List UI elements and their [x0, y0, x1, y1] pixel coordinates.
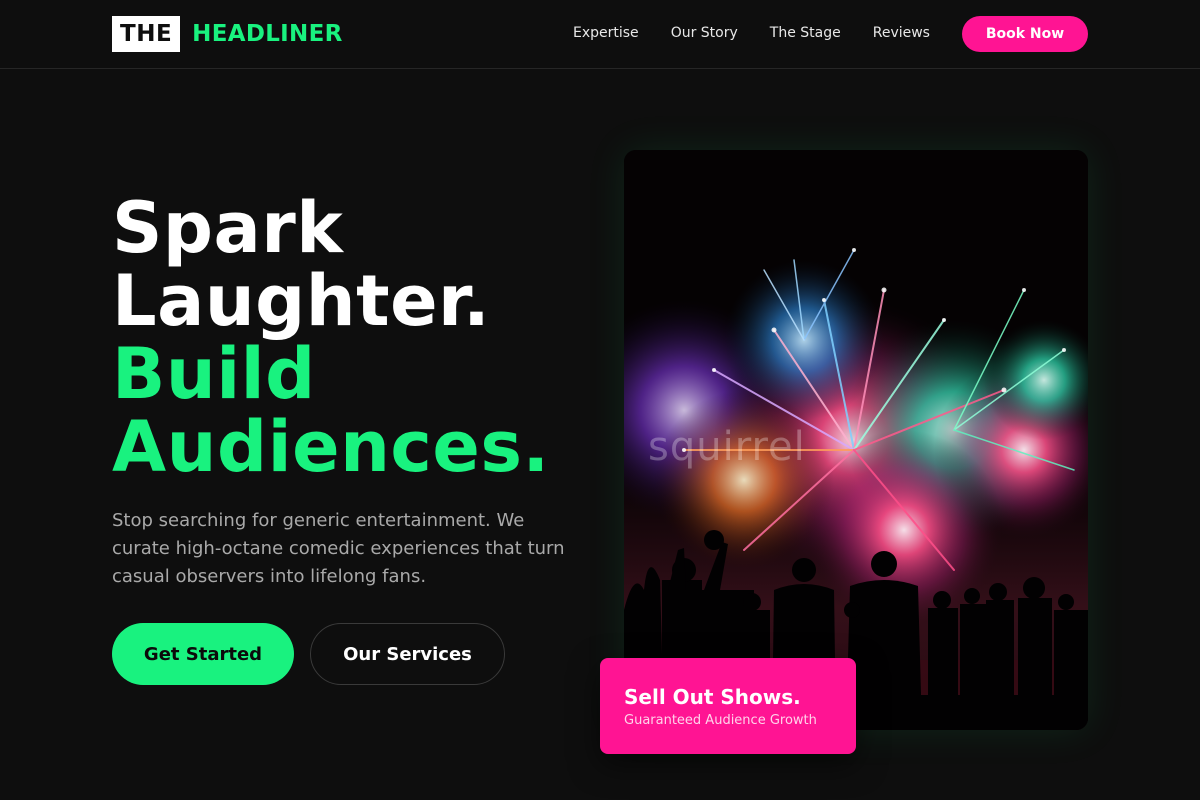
site-header: THE HEADLINER Expertise Our Story The St…	[0, 0, 1200, 69]
book-now-button[interactable]: Book Now	[962, 16, 1088, 52]
hero-title: Spark Laughter. Build Audiences.	[112, 192, 592, 484]
hero-title-accent-line-2: Audiences.	[112, 406, 550, 488]
nav-link-expertise[interactable]: Expertise	[573, 23, 639, 43]
main-nav: Expertise Our Story The Stage Reviews	[573, 23, 962, 43]
hero-title-line-2: Laughter.	[112, 260, 491, 342]
badge-subtitle: Guaranteed Audience Growth	[624, 713, 817, 728]
nav-link-the-stage[interactable]: The Stage	[770, 23, 841, 43]
hero-title-accent-line-1: Build	[112, 333, 316, 415]
hero-title-line-1: Spark	[112, 187, 344, 269]
logo-wordmark: HEADLINER	[192, 21, 343, 47]
hero-subtitle: Stop searching for generic entertainment…	[112, 510, 565, 587]
logo-box-text: THE	[112, 16, 181, 52]
nav-link-our-story[interactable]: Our Story	[671, 23, 738, 43]
image-watermark: squirrel	[648, 424, 806, 470]
our-services-button[interactable]: Our Services	[310, 623, 505, 685]
sell-out-badge-card: Sell Out Shows. Guaranteed Audience Grow…	[600, 658, 856, 754]
badge-title: Sell Out Shows.	[624, 685, 801, 709]
logo[interactable]: THE HEADLINER	[112, 16, 343, 52]
get-started-button[interactable]: Get Started	[112, 623, 294, 685]
hero-fireworks-image: squirrel	[624, 150, 1088, 730]
nav-link-reviews[interactable]: Reviews	[873, 23, 930, 43]
